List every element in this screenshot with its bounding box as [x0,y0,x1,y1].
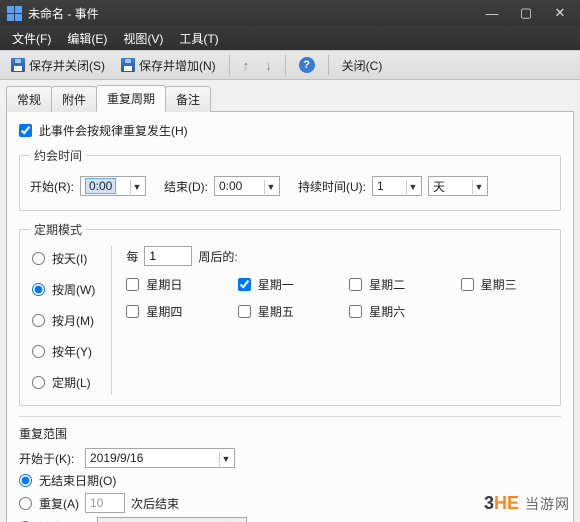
weeks-interval-input[interactable] [144,246,192,266]
divider [19,416,561,417]
day-thu-checkbox[interactable] [126,305,139,318]
recurrence-range-group: 重复范围 开始于(K): 2019/9/16 ▼ 无结束日期(O) 重复(A) … [19,425,561,522]
window-title: 未命名 - 事件 [28,5,99,22]
duration-value: 1 [377,179,384,193]
app-window: 未命名 - 事件 — ▢ ✕ 文件(F) 编辑(E) 视图(V) 工具(T) 保… [0,0,580,522]
end-by-date: 2019/11/18 ▼ [97,517,247,522]
weekday-grid: 星期日 星期一 星期二 星期三 星期四 星期五 星期六 [126,276,550,320]
end-after-suffix: 次后结束 [131,495,179,512]
end-time-combo[interactable]: 0:00 ▼ [214,176,280,196]
pattern-type-radios: 按天(I) 按周(W) 按月(M) 按年(Y) 定期(L) [30,246,97,395]
toolbar-separator [285,55,286,75]
weeks-suffix-label: 周后的: [198,248,237,265]
duration-value-combo[interactable]: 1 ▼ [372,176,422,196]
save-icon [121,58,135,72]
pattern-monthly-radio[interactable] [32,314,45,327]
day-sun-checkbox[interactable] [126,278,139,291]
menu-edit[interactable]: 编辑(E) [61,28,113,49]
close-button[interactable]: 关闭(C) [335,53,390,77]
tab-strip: 常规 附件 重复周期 备注 [0,80,580,111]
save-icon [11,58,25,72]
start-time-value: 0:00 [85,178,116,194]
day-tue-checkbox[interactable] [349,278,362,291]
end-after-count [85,493,125,513]
help-button[interactable]: ? [292,53,322,77]
dropdown-icon: ▼ [406,180,419,194]
no-end-date-radio[interactable] [19,474,32,487]
help-icon: ? [299,57,315,73]
end-after-radio[interactable] [19,497,32,510]
duration-label: 持续时间(U): [298,178,366,195]
pattern-weekly-radio[interactable] [32,283,45,296]
recurrence-pattern-legend: 定期模式 [30,221,86,238]
next-item-button[interactable]: ↓ [258,53,279,77]
prev-item-button[interactable]: ↑ [236,53,257,77]
tab-attachments[interactable]: 附件 [51,86,97,112]
save-close-label: 保存并关闭(S) [29,57,105,74]
close-window-button[interactable]: ✕ [546,4,574,22]
recurrence-pattern-group: 定期模式 按天(I) 按周(W) 按月(M) 按年(Y) 定期(L) 每 周后的… [19,221,561,406]
close-label: 关闭(C) [342,57,383,74]
duration-unit-combo[interactable]: 天 ▼ [428,176,488,196]
range-legend: 重复范围 [19,425,561,442]
end-time-value: 0:00 [219,179,242,193]
range-start-date[interactable]: 2019/9/16 ▼ [85,448,235,468]
day-fri-checkbox[interactable] [238,305,251,318]
appointment-time-group: 约会时间 开始(R): 0:00 ▼ 结束(D): 0:00 ▼ 持续时间(U)… [19,147,561,211]
recurrence-panel: 此事件会按规律重复发生(H) 约会时间 开始(R): 0:00 ▼ 结束(D):… [6,111,574,522]
start-time-label: 开始(R): [30,178,74,195]
recurs-checkbox[interactable] [19,124,32,137]
tab-recurrence[interactable]: 重复周期 [96,85,166,112]
pattern-yearly-radio[interactable] [32,345,45,358]
toolbar-separator [328,55,329,75]
start-time-combo[interactable]: 0:00 ▼ [80,176,146,196]
toolbar: 保存并关闭(S) 保存并增加(N) ↑ ↓ ? 关闭(C) [0,50,580,80]
range-start-label: 开始于(K): [19,450,79,467]
down-arrow-icon: ↓ [265,58,272,73]
maximize-button[interactable]: ▢ [512,4,540,22]
recurs-label: 此事件会按规律重复发生(H) [39,122,188,139]
toolbar-separator [229,55,230,75]
save-add-label: 保存并增加(N) [139,57,216,74]
tab-general[interactable]: 常规 [6,86,52,112]
pattern-regen-radio[interactable] [32,376,45,389]
vertical-separator [111,246,112,395]
title-bar: 未命名 - 事件 — ▢ ✕ [0,0,580,26]
every-label: 每 [126,248,138,265]
recurs-checkbox-row: 此事件会按规律重复发生(H) [19,122,561,139]
day-sat-checkbox[interactable] [349,305,362,318]
day-wed-checkbox[interactable] [461,278,474,291]
duration-unit: 天 [433,178,445,195]
dropdown-icon: ▼ [472,180,485,194]
save-and-close-button[interactable]: 保存并关闭(S) [4,53,112,77]
up-arrow-icon: ↑ [243,58,250,73]
minimize-button[interactable]: — [478,4,506,22]
dropdown-icon: ▼ [130,180,143,194]
menu-tools[interactable]: 工具(T) [173,28,224,49]
save-and-add-button[interactable]: 保存并增加(N) [114,53,223,77]
day-mon-checkbox[interactable] [238,278,251,291]
appointment-time-legend: 约会时间 [30,147,86,164]
dropdown-icon: ▼ [264,180,277,194]
pattern-daily-radio[interactable] [32,252,45,265]
menu-view[interactable]: 视图(V) [117,28,169,49]
menu-file[interactable]: 文件(F) [6,28,57,49]
dropdown-icon: ▼ [219,452,232,466]
watermark: 3HE 当游网 [484,493,570,514]
menu-bar: 文件(F) 编辑(E) 视图(V) 工具(T) [0,26,580,50]
app-icon [6,5,22,21]
end-time-label: 结束(D): [164,178,208,195]
tab-notes[interactable]: 备注 [165,86,211,112]
